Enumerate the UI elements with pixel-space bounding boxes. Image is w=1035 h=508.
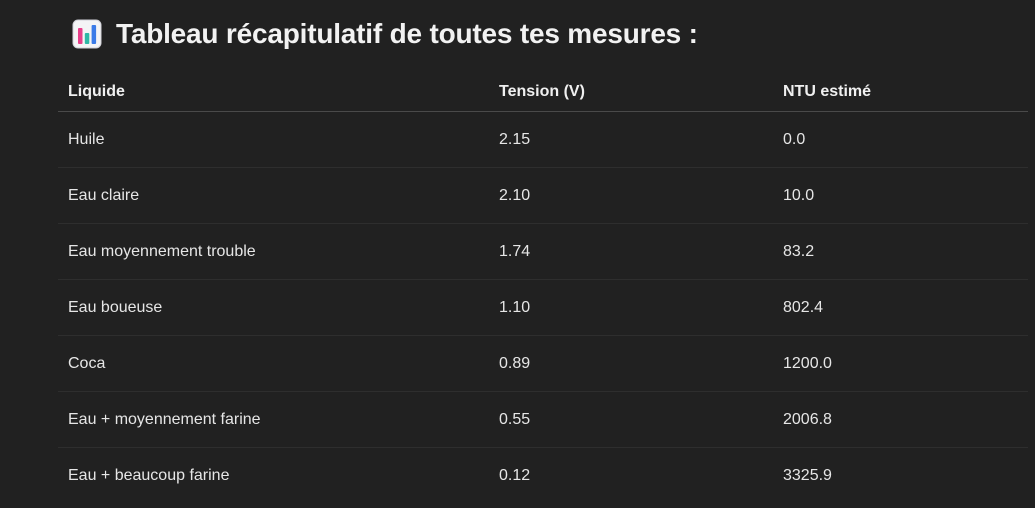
cell-tension: 0.89 [489,335,773,392]
table-row: Eau + beaucoup farine 0.12 3325.9 [58,448,1028,504]
cell-ntu: 1200.0 [773,335,1028,392]
column-header-liquide: Liquide [58,72,489,112]
table-row: Eau + moyennement farine 0.55 2006.8 [58,391,1028,448]
bar-chart-icon [72,19,102,49]
section-title: Tableau récapitulatif de toutes tes mesu… [116,18,698,49]
cell-liquide: Eau moyennement trouble [58,223,489,280]
cell-ntu: 10.0 [773,167,1028,224]
cell-ntu: 83.2 [773,223,1028,280]
cell-tension: 2.15 [489,111,773,168]
table-row: Eau claire 2.10 10.0 [58,167,1028,224]
cell-liquide: Eau + beaucoup farine [68,466,230,484]
table-row: Eau moyennement trouble 1.74 83.2 [58,223,1028,280]
cell-tension: 1.74 [489,223,773,280]
cell-tension: 0.12 [499,466,531,484]
table-row: Eau boueuse 1.10 802.4 [58,279,1028,336]
cell-liquide: Eau + moyennement farine [58,391,489,448]
cell-liquide: Eau boueuse [58,279,489,336]
measurements-table: Liquide Tension (V) NTU estimé Huile 2.1… [58,72,1028,503]
cell-liquide: Eau claire [58,167,489,224]
cell-liquide: Coca [58,335,489,392]
section-heading: Tableau récapitulatif de toutes tes mesu… [72,14,698,54]
cell-ntu: 2006.8 [773,391,1028,448]
cell-ntu: 802.4 [773,279,1028,336]
column-header-ntu: NTU estimé [773,72,1028,112]
cell-ntu: 0.0 [773,111,1028,168]
table-row: Coca 0.89 1200.0 [58,335,1028,392]
column-header-tension: Tension (V) [489,72,773,112]
cell-tension: 2.10 [489,167,773,224]
cell-ntu: 3325.9 [783,466,832,484]
cell-tension: 1.10 [489,279,773,336]
table-header-row: Liquide Tension (V) NTU estimé [58,72,1028,112]
cell-tension: 0.55 [489,391,773,448]
table-row: Huile 2.15 0.0 [58,111,1028,168]
cell-liquide: Huile [58,111,489,168]
